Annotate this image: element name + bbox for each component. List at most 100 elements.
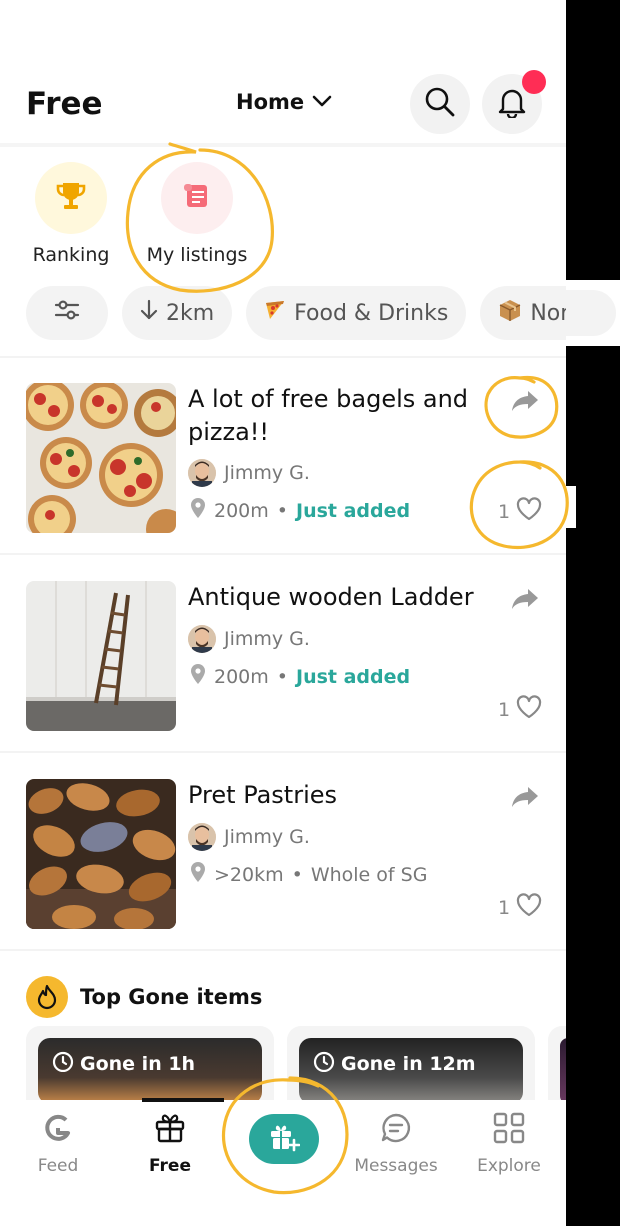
username: Jimmy G.	[224, 462, 310, 484]
trophy-icon	[54, 179, 88, 217]
divider	[0, 949, 566, 951]
gone-card-image	[560, 1038, 566, 1104]
listing-tag: Just added	[296, 499, 411, 522]
gone-badge-label: Gone in 12m	[341, 1052, 476, 1075]
heart-icon	[516, 497, 542, 526]
listing-meta: >20km • Whole of SG	[190, 861, 427, 888]
chevron-down-icon	[312, 93, 332, 112]
nav-feed[interactable]: Feed	[8, 1108, 108, 1176]
filter-nonfood-chip-overflow	[566, 290, 616, 336]
post-item-button[interactable]	[249, 1114, 319, 1164]
nav-label: Feed	[37, 1156, 79, 1176]
grid-icon	[459, 1108, 559, 1148]
listing-card[interactable]: A lot of free bagels and pizza!! Jimmy G…	[0, 383, 566, 533]
divider	[0, 143, 566, 147]
share-arrow-icon	[510, 391, 540, 417]
listing-thumbnail-pizza	[26, 383, 176, 533]
heart-icon	[516, 893, 542, 922]
like-count: 1	[498, 698, 511, 721]
nav-label: Free	[149, 1156, 191, 1176]
filter-settings-chip[interactable]	[26, 286, 108, 340]
listing-title: Pret Pastries	[188, 781, 338, 809]
filter-distance-chip[interactable]: 2km	[122, 286, 233, 340]
like-button[interactable]: 1	[498, 893, 542, 922]
shortcut-my-listings[interactable]: My listings	[142, 162, 252, 266]
share-button[interactable]	[510, 587, 540, 615]
filter-bar: 2km Food & Drinks Non-food	[26, 286, 566, 340]
nav-label: Messages	[354, 1156, 438, 1176]
nav-free[interactable]: Free	[120, 1108, 220, 1176]
gone-card-image: Gone in 12m	[299, 1038, 523, 1104]
nav-label: Explore	[477, 1156, 541, 1176]
header: Free Home	[0, 70, 566, 140]
distance: 200m	[214, 499, 269, 522]
chip-label: Non-food	[530, 300, 566, 326]
divider	[0, 356, 566, 358]
heart-icon	[516, 695, 542, 724]
filter-nonfood-chip[interactable]: Non-food	[480, 286, 566, 340]
top-gone-header: Top Gone items	[26, 976, 262, 1018]
listing-meta: 200m • Just added	[190, 497, 410, 524]
listings-circle	[161, 162, 233, 234]
filter-food-chip[interactable]: Food & Drinks	[246, 286, 467, 340]
location-pin-icon	[190, 663, 206, 690]
notification-dot	[522, 70, 546, 94]
username: Jimmy G.	[224, 826, 310, 848]
feed-icon	[8, 1108, 108, 1148]
meta-separator: •	[276, 665, 288, 688]
app-screen: Free Home Ranking My listings 2km Food &…	[0, 0, 566, 1226]
share-arrow-icon	[510, 787, 540, 813]
listing-user[interactable]: Jimmy G.	[188, 823, 310, 851]
listing-meta: 200m • Just added	[190, 663, 410, 690]
bell-icon	[497, 86, 527, 122]
listing-user[interactable]: Jimmy G.	[188, 459, 310, 487]
pizza-icon	[264, 299, 286, 327]
gift-plus-icon	[268, 1122, 301, 1156]
ranking-circle	[35, 162, 107, 234]
shortcut-ranking[interactable]: Ranking	[16, 162, 126, 266]
chat-icon	[346, 1108, 446, 1148]
avatar	[188, 823, 216, 851]
nav-messages[interactable]: Messages	[346, 1108, 446, 1176]
shortcut-label: My listings	[146, 244, 248, 266]
home-selector[interactable]: Home	[236, 90, 332, 114]
listing-title: Antique wooden Ladder	[188, 583, 474, 611]
search-button[interactable]	[410, 74, 470, 134]
share-button[interactable]	[510, 389, 540, 417]
scroll-icon	[180, 179, 214, 217]
divider	[0, 553, 566, 555]
active-indicator	[142, 1098, 224, 1102]
listing-area: Whole of SG	[310, 863, 428, 886]
like-button[interactable]: 1	[498, 497, 542, 526]
listing-thumbnail-ladder	[26, 581, 176, 731]
heart-overflow	[566, 486, 576, 528]
location-pin-icon	[190, 861, 206, 888]
listing-card[interactable]: Pret Pastries Jimmy G. >20km • Whole of …	[0, 779, 566, 929]
gone-badge: Gone in 1h	[52, 1050, 195, 1077]
distance: 200m	[214, 665, 269, 688]
listing-thumbnail-pastries	[26, 779, 176, 929]
listing-title: A lot of free bagels and pizza!!	[188, 385, 469, 446]
like-button[interactable]: 1	[498, 695, 542, 724]
like-count: 1	[498, 896, 511, 919]
fire-icon	[26, 976, 68, 1018]
nav-explore[interactable]: Explore	[459, 1108, 559, 1176]
chip-label: 2km	[166, 300, 215, 326]
share-button[interactable]	[510, 785, 540, 813]
listing-card[interactable]: Antique wooden Ladder Jimmy G. 200m • Ju…	[0, 581, 566, 731]
timer-icon	[52, 1050, 74, 1077]
avatar	[188, 459, 216, 487]
timer-icon	[313, 1050, 335, 1077]
listing-tag: Just added	[296, 665, 411, 688]
bottom-nav: Feed Free Messages Explore	[0, 1098, 566, 1226]
username: Jimmy G.	[224, 628, 310, 650]
gone-badge-label: Gone in 1h	[80, 1052, 196, 1075]
location-pin-icon	[190, 497, 206, 524]
chip-label: Food & Drinks	[294, 300, 449, 326]
divider	[0, 751, 566, 753]
search-icon	[424, 86, 456, 122]
share-arrow-icon	[510, 589, 540, 615]
package-icon	[498, 298, 522, 328]
arrow-down-icon	[140, 299, 158, 327]
listing-user[interactable]: Jimmy G.	[188, 625, 310, 653]
